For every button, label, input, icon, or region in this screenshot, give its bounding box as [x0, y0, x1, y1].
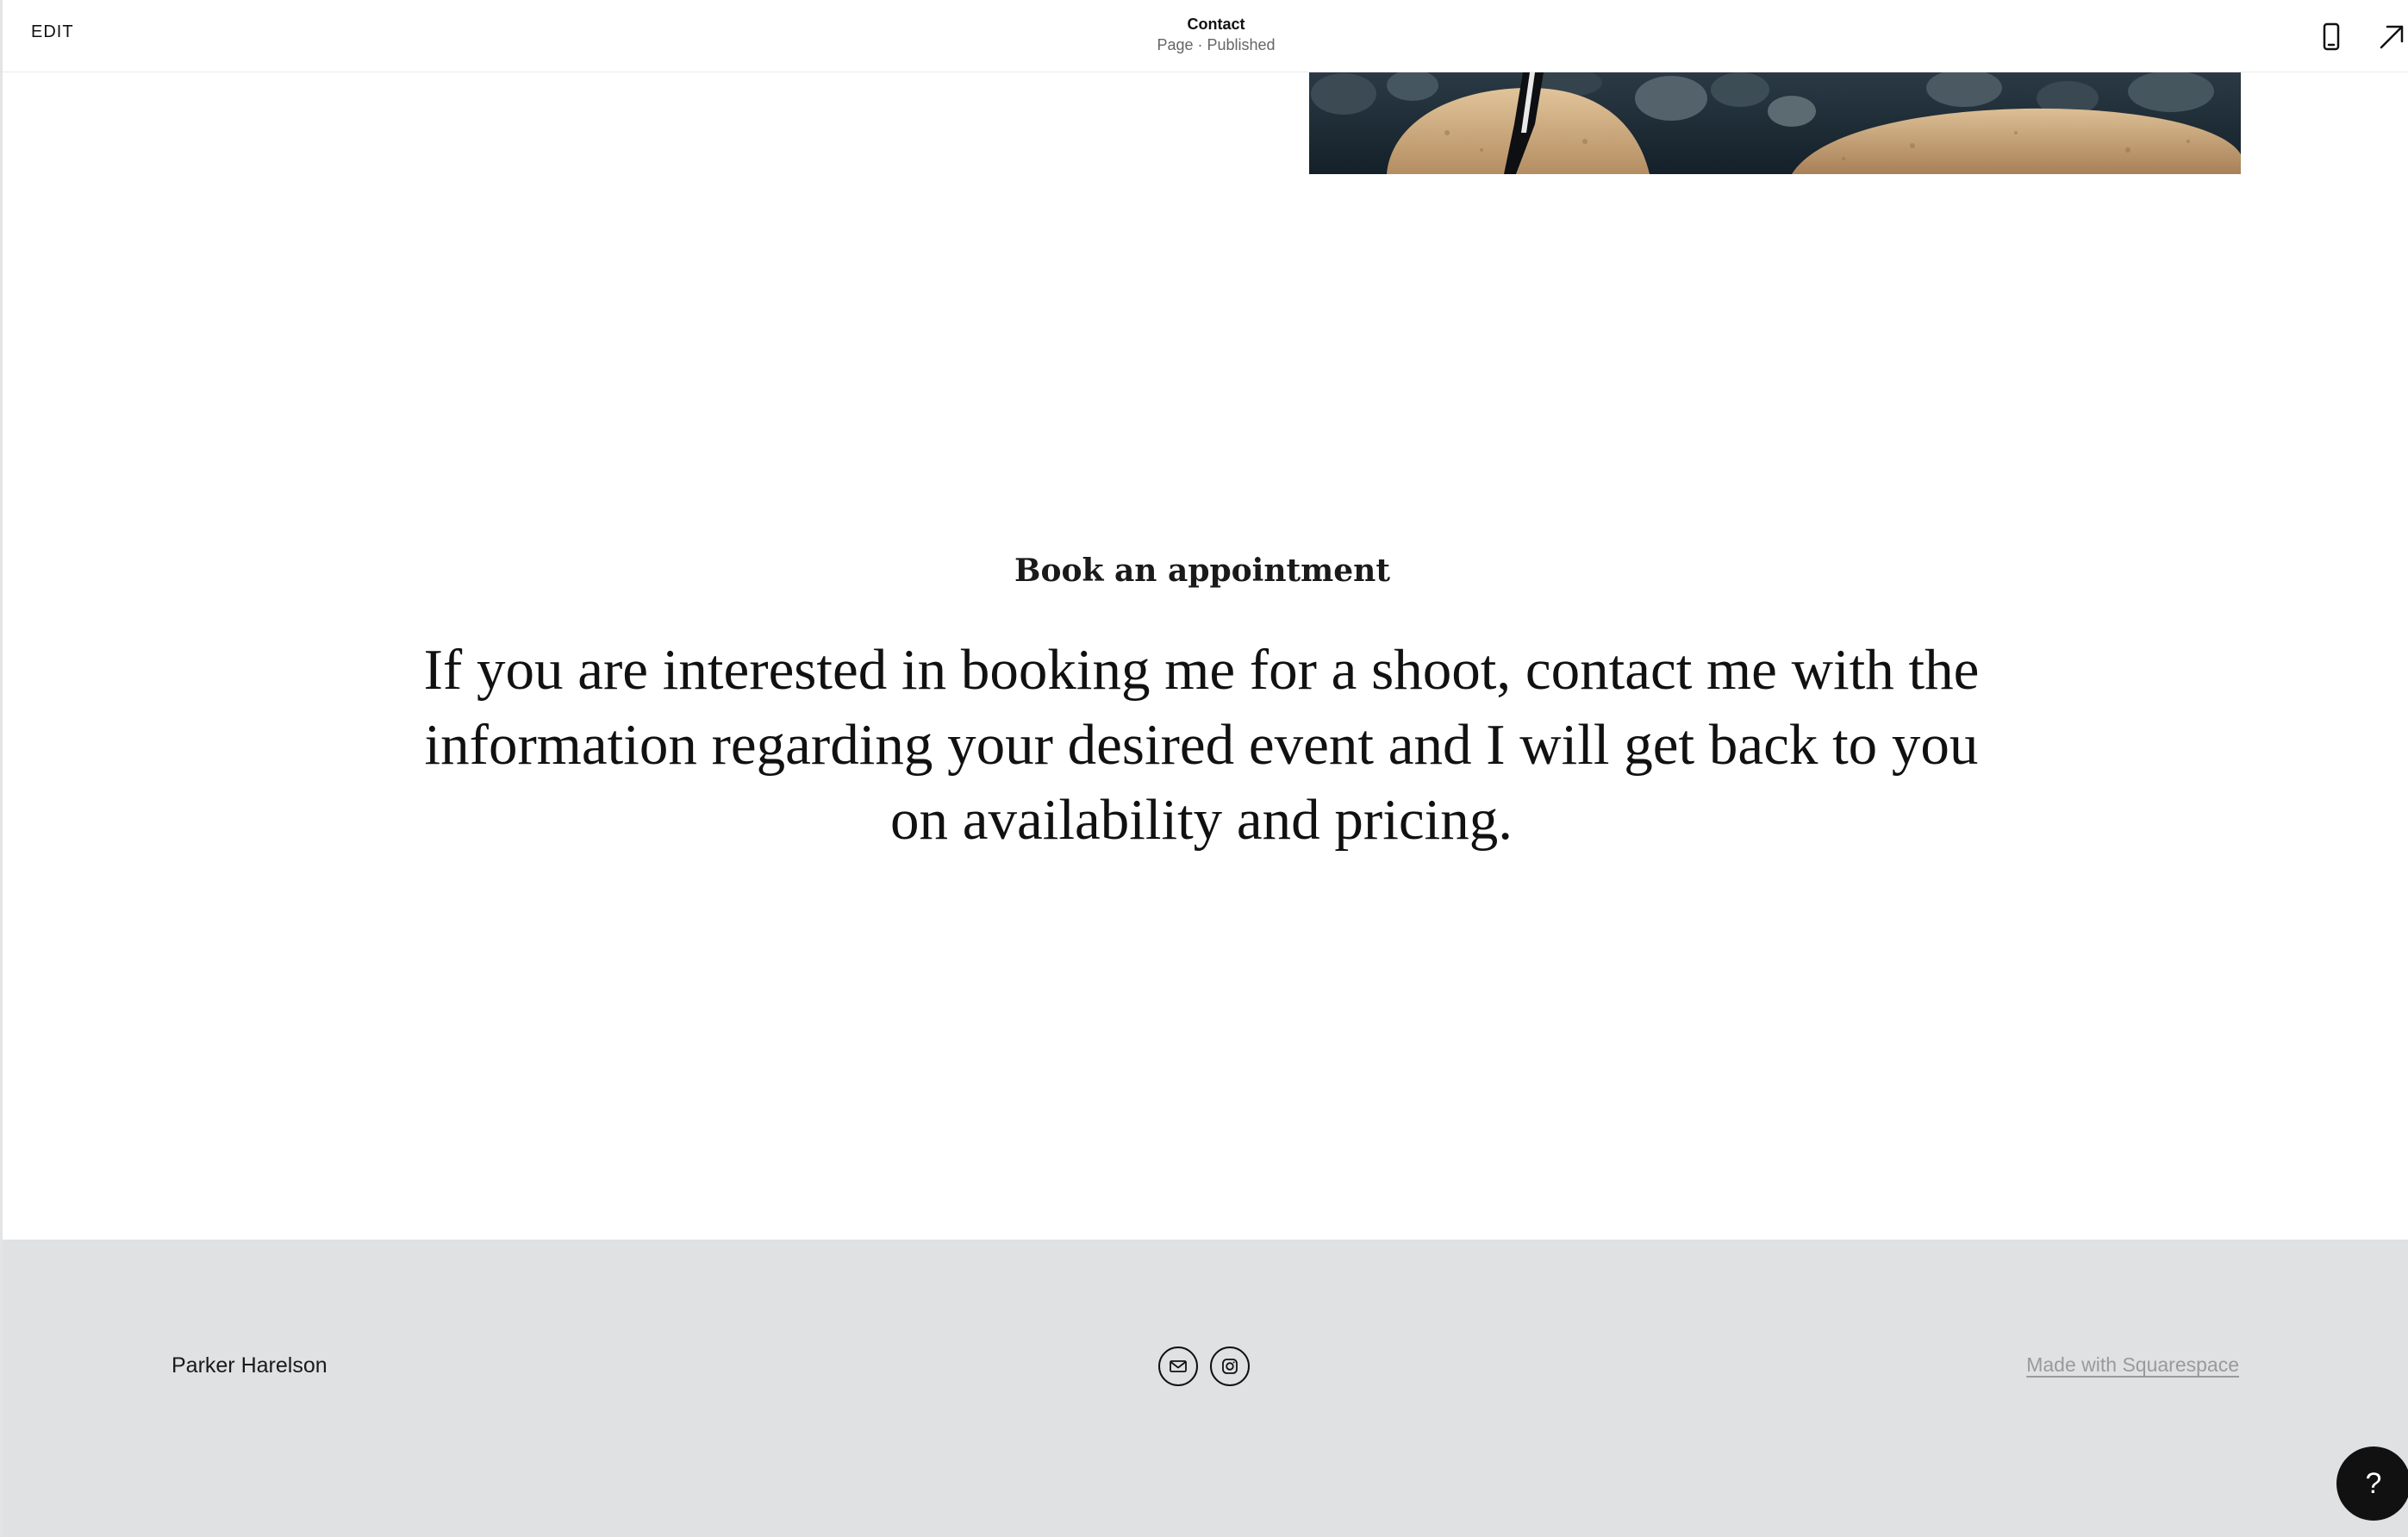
page-frame: EDIT Contact Page · Published Book an ap…	[0, 0, 2408, 1537]
page-title-group: Contact Page · Published	[0, 14, 2408, 55]
email-icon[interactable]	[1158, 1346, 1198, 1386]
arrow-up-right-icon[interactable]	[2377, 22, 2406, 52]
booking-description: If you are interested in booking me for …	[423, 638, 1980, 852]
canvas-left-border	[0, 0, 3, 1537]
mobile-phone-icon[interactable]	[2320, 22, 2342, 52]
instagram-icon[interactable]	[1210, 1346, 1250, 1386]
page-title: Contact	[1187, 16, 1245, 33]
made-with-squarespace-link[interactable]: Made with Squarespace	[2026, 1353, 2239, 1377]
help-button[interactable]: ?	[2336, 1446, 2408, 1521]
editor-topbar: EDIT Contact Page · Published	[0, 0, 2408, 72]
hero-photo	[1309, 72, 2241, 174]
booking-section: Book an appointment If you are intereste…	[0, 552, 2408, 858]
page-status: Page · Published	[1157, 36, 1276, 53]
footer-site-name: Parker Harelson	[172, 1353, 328, 1378]
booking-heading: Book an appointment	[1014, 553, 1390, 589]
site-footer: Parker Harelson Made with Squarespace	[0, 1240, 2408, 1537]
